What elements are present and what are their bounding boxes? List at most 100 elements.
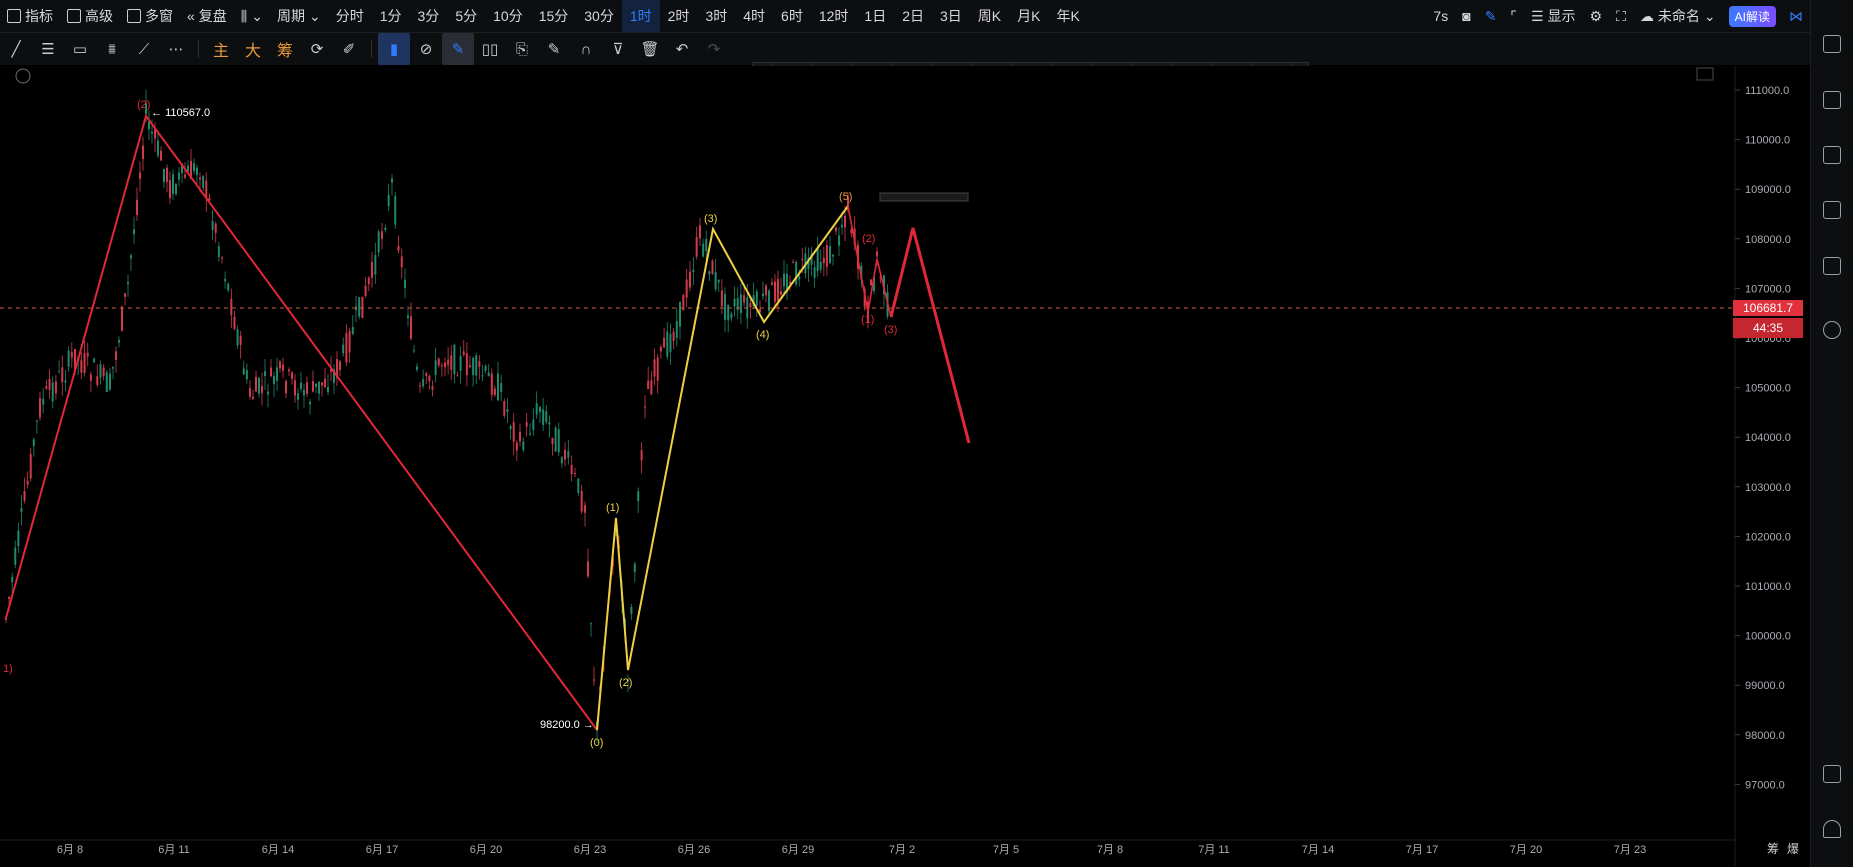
candle-body bbox=[348, 331, 351, 353]
candle-body bbox=[11, 576, 14, 583]
trendline-tool-icon[interactable]: ╱ bbox=[0, 33, 32, 65]
wallet-icon[interactable] bbox=[1823, 91, 1841, 109]
candle-body bbox=[493, 388, 496, 395]
period-tab[interactable]: 30分 bbox=[576, 0, 622, 32]
chips-label[interactable]: 筹 bbox=[1767, 842, 1779, 856]
headset-icon[interactable] bbox=[1823, 820, 1841, 838]
chips-toggle[interactable]: 筹 bbox=[269, 33, 301, 65]
price-chart[interactable]: 1) (2) ← 110567.0 98200.0 → (0) (1) (2) … bbox=[0, 66, 1810, 867]
period-dropdown[interactable]: 周期 ⌄ bbox=[270, 0, 328, 32]
camera-icon[interactable]: ◙ bbox=[1455, 0, 1477, 32]
time-tick-label: 6月 23 bbox=[574, 844, 606, 856]
candle-body bbox=[233, 316, 236, 330]
time-tick-label: 7月 14 bbox=[1302, 844, 1334, 856]
magnet-icon[interactable]: ∩ bbox=[570, 33, 602, 65]
candle-body bbox=[450, 355, 453, 370]
candle-body bbox=[548, 422, 551, 425]
more-tools-icon[interactable]: ⋯ bbox=[160, 33, 192, 65]
large-order-toggle[interactable]: 大 bbox=[237, 33, 269, 65]
trading-icon[interactable] bbox=[1823, 321, 1841, 339]
pattern-tool-icon[interactable]: ⩩ bbox=[96, 33, 128, 65]
burst-label[interactable]: 爆 bbox=[1787, 842, 1799, 856]
price-tick-label: 110000.0 bbox=[1745, 135, 1790, 147]
price-tick-label: 108000.0 bbox=[1745, 234, 1791, 246]
candle-body bbox=[276, 367, 278, 381]
filter-icon[interactable]: ⊽ bbox=[602, 33, 634, 65]
redo-icon[interactable]: ↷ bbox=[698, 33, 730, 65]
candle-body bbox=[67, 350, 70, 367]
candle-body bbox=[795, 261, 798, 285]
undo-icon[interactable]: ↶ bbox=[666, 33, 698, 65]
period-tab[interactable]: 分时 bbox=[328, 0, 372, 32]
candle-body bbox=[509, 426, 512, 430]
period-tab[interactable]: 5分 bbox=[447, 0, 485, 32]
eraser-draw-icon[interactable]: ✐ bbox=[333, 33, 365, 65]
period-tab[interactable]: 3日 bbox=[932, 0, 970, 32]
indicator-button[interactable]: 指标 bbox=[0, 0, 60, 32]
period-tab[interactable]: 月K bbox=[1009, 0, 1048, 32]
share-icon[interactable]: ⋈ bbox=[1782, 0, 1810, 32]
candle-body bbox=[835, 227, 837, 231]
candle-body bbox=[437, 358, 440, 366]
candle-icon[interactable]: ▯▯ bbox=[474, 33, 506, 65]
clipboard-icon[interactable]: ⎘ bbox=[506, 33, 538, 65]
period-tab[interactable]: 6时 bbox=[773, 0, 811, 32]
candle-body bbox=[127, 282, 129, 285]
replay-button[interactable]: «复盘 bbox=[180, 0, 234, 32]
period-tab[interactable]: 年K bbox=[1048, 0, 1087, 32]
candle-body bbox=[519, 431, 521, 442]
note-icon[interactable]: ✎ bbox=[538, 33, 570, 65]
ai-interpret-button[interactable]: AI解读 bbox=[1728, 5, 1776, 27]
pen-icon[interactable]: ✎ bbox=[1478, 0, 1504, 32]
ruler-icon[interactable]: ⊘ bbox=[410, 33, 442, 65]
advanced-button[interactable]: 高级 bbox=[60, 0, 120, 32]
period-tab[interactable]: 4时 bbox=[735, 0, 773, 32]
draw-mode-icon[interactable]: ✎ bbox=[442, 33, 474, 65]
candle-body bbox=[650, 380, 653, 395]
candle-body bbox=[102, 367, 105, 377]
data-panel-icon[interactable] bbox=[1823, 201, 1841, 219]
crop-icon[interactable]: ⌜ bbox=[1503, 0, 1524, 32]
rectangle-tool-icon[interactable]: ▭ bbox=[64, 33, 96, 65]
candle-body bbox=[163, 168, 165, 183]
price-tick-label: 109000.0 bbox=[1745, 184, 1791, 196]
period-tab[interactable]: 1日 bbox=[856, 0, 894, 32]
chart-type-button[interactable]: ⫼ ⌄ bbox=[234, 0, 270, 32]
bookmark-icon[interactable]: ▮ bbox=[378, 33, 410, 65]
analytics-icon[interactable] bbox=[1823, 146, 1841, 164]
display-button[interactable]: ☰ 显示 bbox=[1524, 0, 1583, 32]
period-tab[interactable]: 10分 bbox=[485, 0, 531, 32]
delete-icon[interactable]: 🗑 bbox=[634, 33, 666, 65]
multi-window-button[interactable]: 多窗 bbox=[120, 0, 180, 32]
main-chart-toggle[interactable]: 主 bbox=[205, 33, 237, 65]
period-tab[interactable]: 3分 bbox=[410, 0, 448, 32]
layout-name-button[interactable]: ☁ 未命名 ⌄ bbox=[1633, 0, 1723, 32]
candle-body bbox=[462, 351, 465, 355]
fullscreen-icon[interactable]: ⛶ bbox=[1609, 0, 1633, 32]
period-tab[interactable]: 周K bbox=[970, 0, 1009, 32]
fib-tool-icon[interactable]: ⟋ bbox=[128, 33, 160, 65]
period-tab[interactable]: 15分 bbox=[531, 0, 577, 32]
target-zone-box[interactable] bbox=[879, 192, 969, 202]
candle-body bbox=[870, 279, 872, 286]
price-tick-label: 103000.0 bbox=[1745, 482, 1791, 494]
candle-body bbox=[724, 294, 726, 320]
candle-body bbox=[633, 563, 636, 572]
period-tab[interactable]: 2日 bbox=[894, 0, 932, 32]
period-tab[interactable]: 12时 bbox=[811, 0, 857, 32]
period-tab[interactable]: 3时 bbox=[697, 0, 735, 32]
period-tab[interactable]: 1时 bbox=[621, 0, 660, 32]
candle-body bbox=[876, 251, 878, 257]
list-icon: ☰ bbox=[1530, 7, 1544, 24]
layout-icon[interactable] bbox=[1823, 765, 1841, 783]
candle-body bbox=[115, 351, 117, 360]
candle-body bbox=[109, 373, 111, 390]
news-icon[interactable] bbox=[1823, 257, 1841, 275]
horizontal-lines-tool-icon[interactable]: ☰ bbox=[32, 33, 64, 65]
order-book-icon[interactable] bbox=[1823, 35, 1841, 53]
candle-body bbox=[780, 291, 782, 295]
compare-icon[interactable]: ⟳ bbox=[301, 33, 333, 65]
settings-icon[interactable]: ⚙ bbox=[1583, 0, 1610, 32]
period-tab[interactable]: 1分 bbox=[372, 0, 410, 32]
period-tab[interactable]: 2时 bbox=[660, 0, 698, 32]
